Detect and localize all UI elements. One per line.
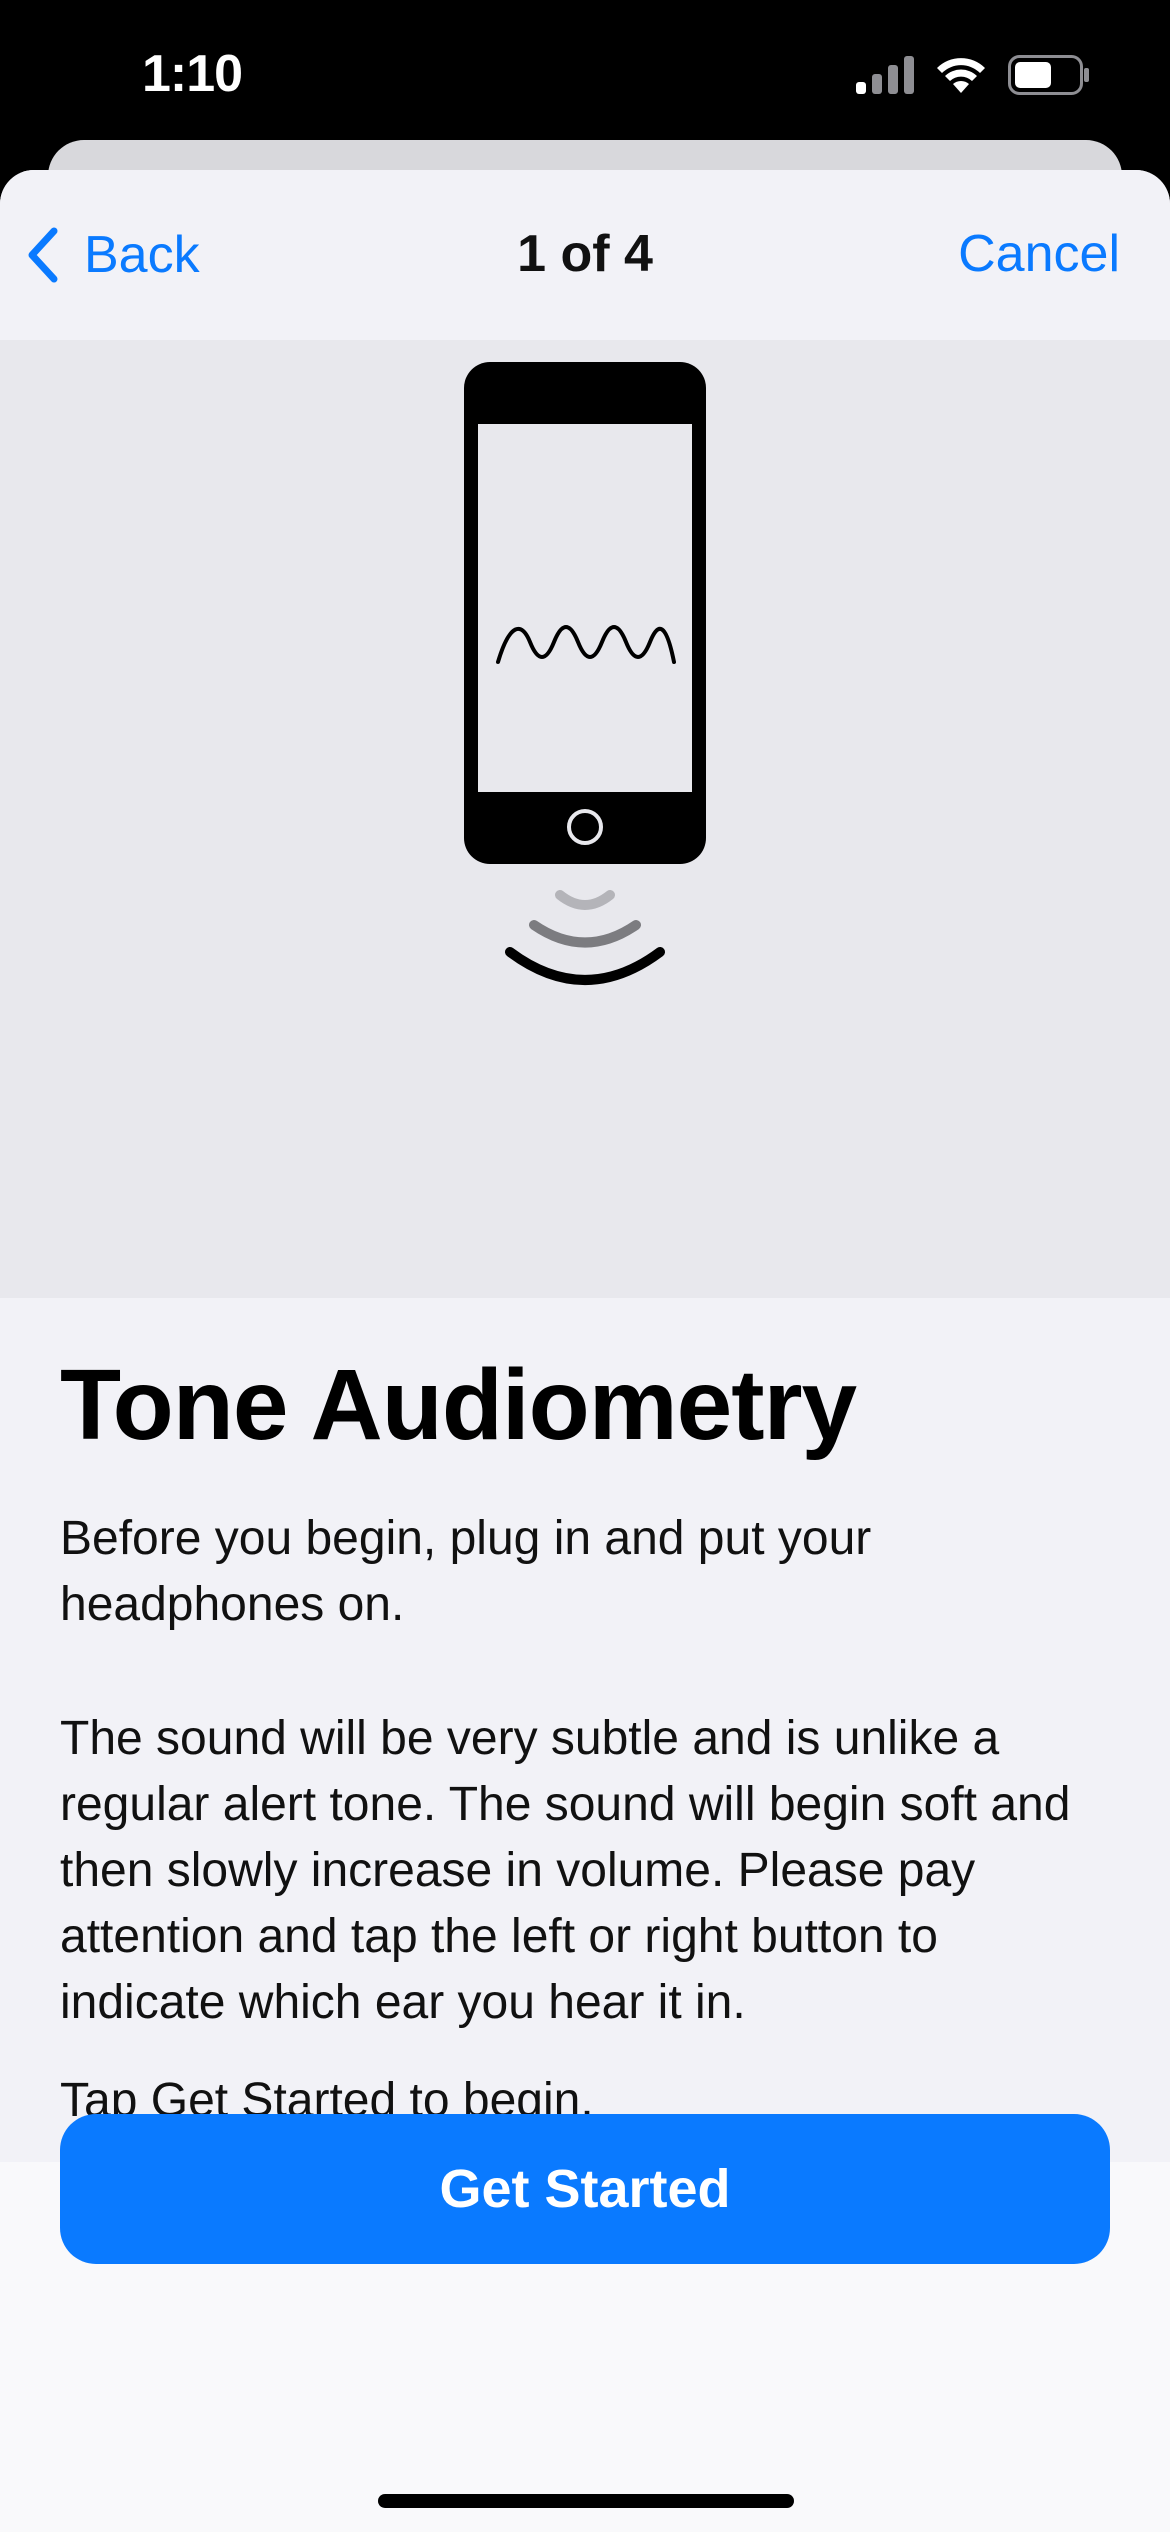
wifi-icon bbox=[934, 55, 988, 100]
hero-illustration bbox=[0, 340, 1170, 1298]
phone-sound-wave-illustration bbox=[464, 362, 706, 985]
page-title: Tone Audiometry bbox=[60, 1349, 857, 1461]
cancel-button[interactable]: Cancel bbox=[958, 224, 1120, 284]
status-icons bbox=[856, 52, 1090, 102]
get-started-button[interactable]: Get Started bbox=[60, 2114, 1110, 2264]
home-indicator bbox=[378, 2494, 794, 2508]
status-bar: 1:10 bbox=[0, 0, 1170, 150]
instructions-section: Tone Audiometry Before you begin, plug i… bbox=[0, 1298, 1170, 2162]
navigation-bar: Back 1 of 4 Cancel bbox=[0, 170, 1170, 340]
cellular-signal-icon bbox=[856, 55, 914, 99]
battery-icon bbox=[1008, 54, 1090, 100]
instruction-text-2: The sound will be very subtle and is unl… bbox=[60, 1712, 1071, 2029]
instruction-text-1: Before you begin, plug in and put your h… bbox=[60, 1512, 872, 1631]
screen: 1:10 Back 1 of 4 Cancel Tone Audiometry … bbox=[0, 0, 1170, 2532]
status-time: 1:10 bbox=[142, 45, 243, 103]
modal-sheet: Back 1 of 4 Cancel Tone Audiometry Befor… bbox=[0, 170, 1170, 2532]
